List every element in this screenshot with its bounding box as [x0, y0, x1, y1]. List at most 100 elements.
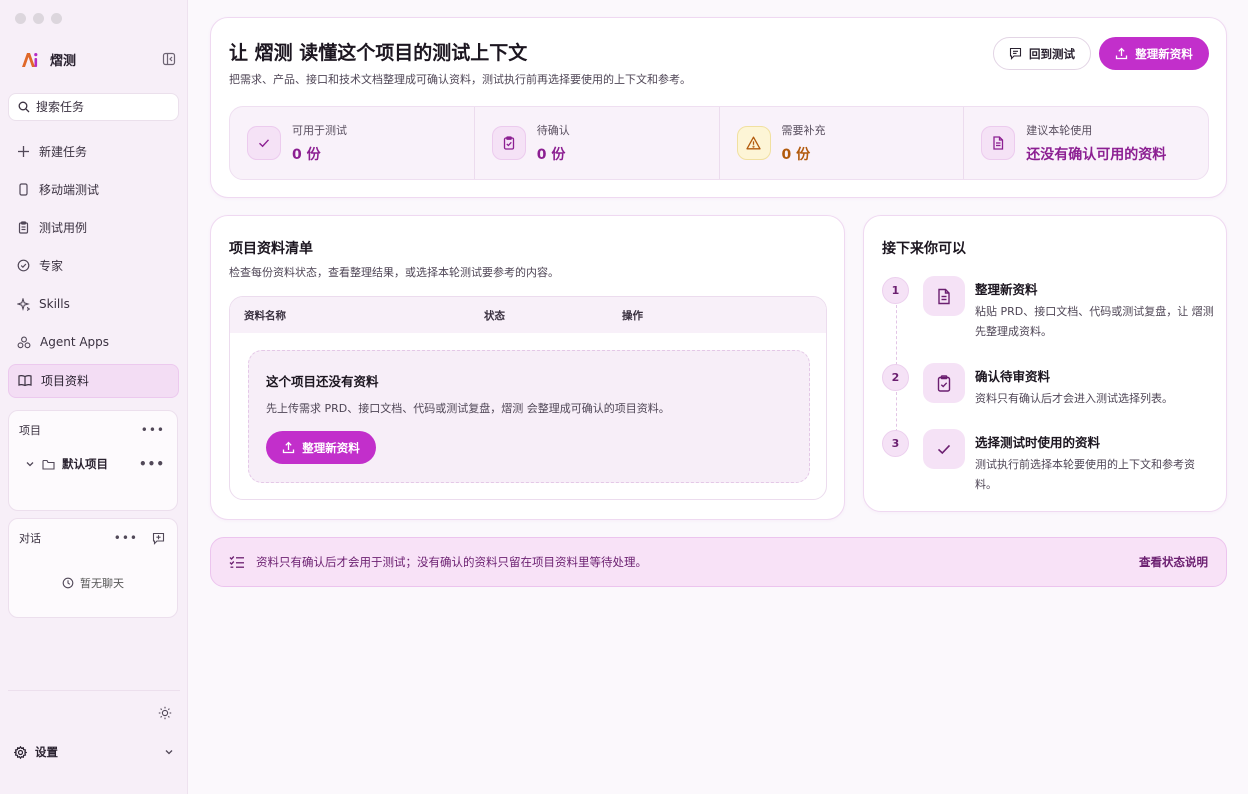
step-connector — [896, 305, 897, 365]
step-title: 选择测试时使用的资料 — [975, 435, 1101, 450]
chevron-down-icon — [164, 747, 174, 757]
document-icon — [923, 276, 965, 316]
empty-chat-state: 暂无聊天 — [9, 575, 177, 591]
empty-state-description: 先上传需求 PRD、接口文档、代码或测试复盘，熠测 会整理成可确认的项目资料。 — [266, 402, 670, 415]
page-subtitle: 把需求、产品、接口和技术文档整理成可确认资料，测试执行前再选择要使用的上下文和参… — [229, 73, 691, 86]
chats-more-icon[interactable]: ••• — [114, 531, 138, 545]
upload-icon — [282, 441, 295, 454]
step-title: 整理新资料 — [975, 282, 1038, 297]
check-circle-icon — [17, 259, 30, 272]
chats-header: 对话 ••• — [9, 519, 177, 557]
stat-value: 0 份 — [292, 147, 321, 163]
stat-value: 还没有确认可用的资料 — [1026, 147, 1167, 163]
theme-toggle-icon[interactable] — [158, 706, 172, 720]
settings-menu[interactable]: 设置 — [14, 744, 174, 760]
clipboard-check-icon — [491, 126, 526, 160]
upload-icon — [1115, 47, 1128, 60]
folder-icon — [42, 459, 55, 470]
empty-chat-label: 暂无聊天 — [80, 577, 124, 590]
stat-label: 需要补充 — [781, 124, 826, 137]
material-list-card: 项目资料清单 检查每份资料状态，查看整理结果，或选择本轮测试要参考的内容。 资料… — [210, 215, 845, 520]
sidebar-item-project-materials[interactable]: 项目资料 — [8, 363, 179, 398]
step-number: 3 — [882, 430, 909, 457]
projects-header: 项目 ••• — [9, 411, 177, 449]
chat-icon — [1009, 47, 1022, 60]
step-description: 粘贴 PRD、接口文档、代码或测试复盘，让 熠测 先整理成资料。 — [975, 305, 1214, 338]
projects-header-label: 项目 — [19, 424, 41, 437]
sidebar-item-skills[interactable]: Skills — [8, 287, 179, 321]
check-icon — [923, 429, 965, 469]
stat-value: 0 份 — [781, 147, 811, 163]
sidebar-divider — [8, 690, 180, 691]
sidebar-item-agent-apps[interactable]: Agent Apps — [8, 325, 179, 359]
sidebar-item-mobile-test[interactable]: 移动端测试 — [8, 172, 179, 206]
stat-suggested: 建议本轮使用 还没有确认可用的资料 — [964, 107, 1208, 179]
app-name: 熠测 — [50, 54, 77, 69]
stats-bar: 可用于测试 0 份 待确认 0 份 需要补充 0 份 建议本轮使用 还没有确认可… — [229, 106, 1209, 180]
collapse-sidebar-icon[interactable] — [162, 52, 176, 66]
sidebar-item-experts[interactable]: 专家 — [8, 249, 179, 283]
step-number: 2 — [882, 364, 909, 391]
organize-new-material-button[interactable]: 整理新资料 — [1099, 37, 1209, 70]
sidebar-item-label: 专家 — [39, 259, 64, 274]
column-header-actions: 操作 — [622, 309, 643, 322]
back-to-test-label: 回到测试 — [1029, 48, 1075, 61]
next-steps-title: 接下来你可以 — [882, 241, 966, 257]
stat-needs-supplement: 需要补充 0 份 — [720, 107, 965, 179]
sidebar-item-label: 测试用例 — [39, 221, 88, 236]
sidebar-item-label: 项目资料 — [41, 374, 90, 389]
empty-state-title: 这个项目还没有资料 — [266, 374, 379, 389]
stat-available: 可用于测试 0 份 — [230, 107, 475, 179]
close-window-button[interactable] — [15, 13, 26, 24]
project-name: 默认项目 — [62, 457, 108, 471]
stat-value: 0 份 — [536, 147, 566, 163]
info-banner: 资料只有确认后才会用于测试；没有确认的资料只留在项目资料里等待处理。 查看状态说… — [210, 537, 1227, 587]
hero-card: 让 熠测 读懂这个项目的测试上下文 把需求、产品、接口和技术文档整理成可确认资料… — [210, 17, 1227, 198]
page-title: 让 熠测 读懂这个项目的测试上下文 — [229, 42, 528, 64]
check-icon — [247, 126, 281, 160]
empty-organize-button[interactable]: 整理新资料 — [266, 431, 376, 464]
material-list-subtitle: 检查每份资料状态，查看整理结果，或选择本轮测试要参考的内容。 — [229, 266, 559, 279]
search-icon — [18, 101, 30, 113]
window-controls — [15, 13, 62, 24]
back-to-test-button[interactable]: 回到测试 — [993, 37, 1091, 70]
sidebar-item-new-task[interactable]: 新建任务 — [8, 134, 179, 168]
sidebar-item-label: 移动端测试 — [39, 182, 100, 197]
clipboard-icon — [17, 221, 30, 234]
sidebar-item-test-cases[interactable]: 测试用例 — [8, 211, 179, 245]
search-box[interactable] — [8, 93, 179, 121]
plus-icon — [17, 145, 30, 158]
warning-icon — [736, 126, 771, 160]
project-more-icon[interactable]: ••• — [139, 457, 165, 471]
organize-new-material-label: 整理新资料 — [1135, 46, 1193, 61]
project-item-default[interactable]: 默认项目 ••• — [9, 449, 177, 479]
step-description: 资料只有确认后才会进入测试选择列表。 — [975, 392, 1173, 405]
next-steps-card: 接下来你可以 1 整理新资料 粘贴 PRD、接口文档、代码或测试复盘，让 熠测 … — [863, 215, 1227, 512]
column-header-name: 资料名称 — [244, 309, 286, 322]
app-logo-icon — [20, 51, 40, 69]
stat-label: 建议本轮使用 — [1026, 124, 1093, 137]
step-description: 测试执行前选择本轮要使用的上下文和参考资料。 — [975, 458, 1195, 491]
step-connector — [896, 392, 897, 432]
document-icon — [981, 126, 1016, 160]
banner-text: 资料只有确认后才会用于测试；没有确认的资料只留在项目资料里等待处理。 — [256, 555, 647, 569]
sidebar: 熠测 新建任务 移动端测试 — [0, 0, 188, 794]
projects-more-icon[interactable]: ••• — [141, 423, 165, 437]
clipboard-check-icon — [923, 363, 965, 403]
chevron-down-icon[interactable] — [25, 459, 35, 469]
sidebar-item-label: Skills — [39, 297, 70, 312]
zoom-window-button[interactable] — [51, 13, 62, 24]
minimize-window-button[interactable] — [33, 13, 44, 24]
new-chat-icon[interactable] — [152, 532, 165, 545]
step-number: 1 — [882, 277, 909, 304]
sidebar-nav: 新建任务 移动端测试 测试用例 专家 Skills Agent Apps 项目资… — [8, 134, 179, 402]
sidebar-item-label: Agent Apps — [40, 335, 110, 350]
stat-label: 待确认 — [536, 124, 570, 137]
view-status-info-link[interactable]: 查看状态说明 — [1139, 554, 1208, 570]
clock-icon — [62, 577, 74, 589]
stat-pending: 待确认 0 份 — [475, 107, 720, 179]
projects-panel: 项目 ••• 默认项目 ••• — [8, 410, 178, 511]
search-input[interactable] — [36, 100, 166, 114]
empty-organize-label: 整理新资料 — [302, 440, 360, 455]
material-list-title: 项目资料清单 — [229, 241, 313, 257]
